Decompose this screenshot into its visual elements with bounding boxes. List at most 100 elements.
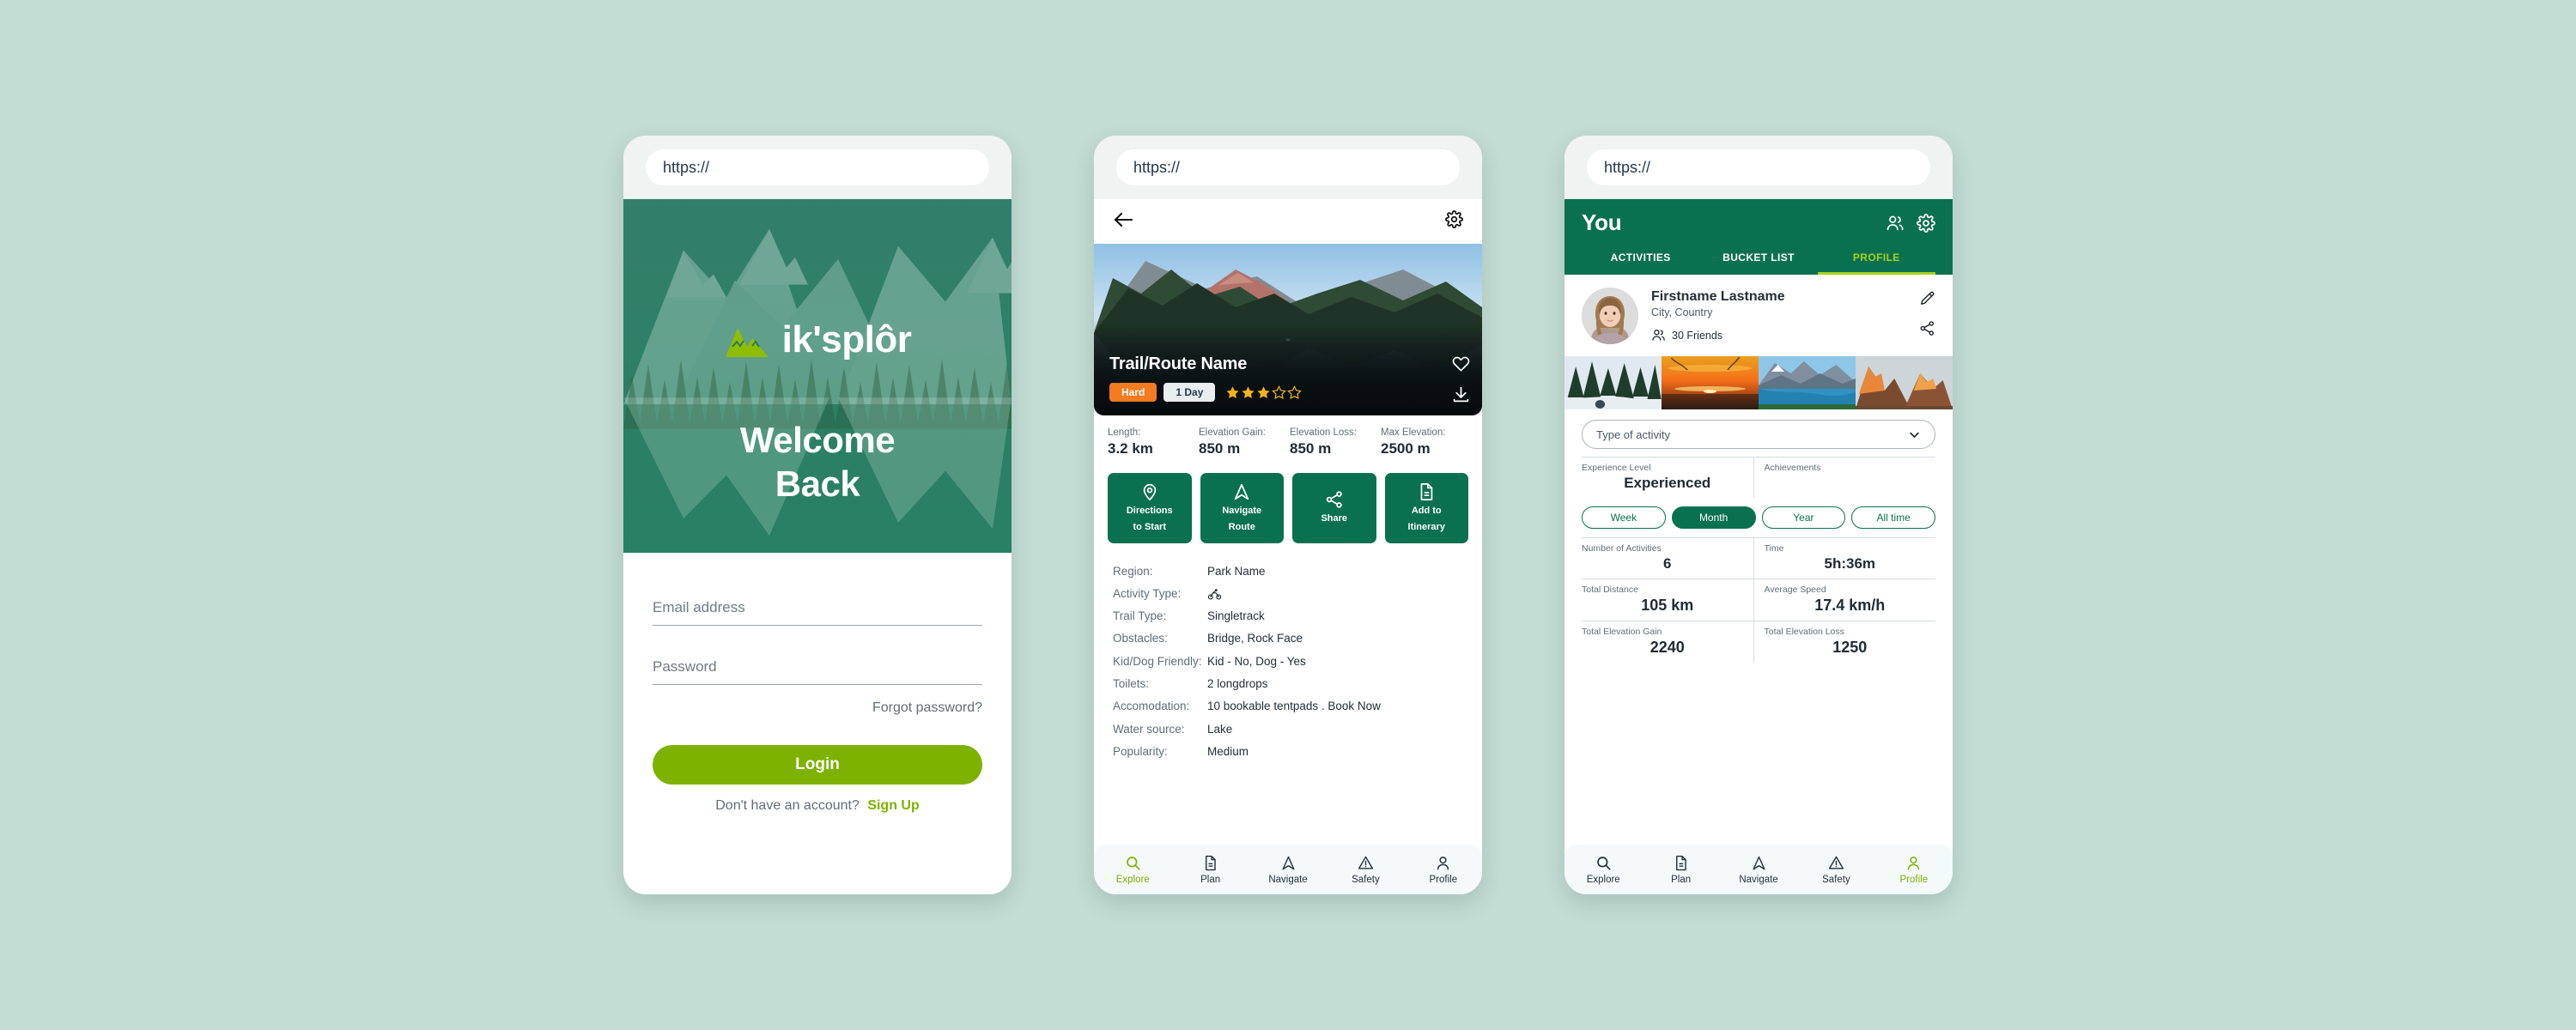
share-button[interactable]: Share <box>1292 473 1376 543</box>
nav-item-navigate[interactable]: Navigate <box>1249 855 1327 885</box>
experience-level-cell: Experience Level Experienced <box>1582 457 1753 498</box>
add-to-itinerary-button[interactable]: Add to Itinerary <box>1384 473 1468 543</box>
user-name: Firstname Lastname <box>1651 289 1785 304</box>
nav-label: Explore <box>1115 874 1150 885</box>
list-item[interactable] <box>1564 356 1662 409</box>
activity-filter-wrap: Type of activity <box>1564 409 1953 449</box>
table-row: Popularity: Medium <box>1113 741 1463 763</box>
stat-label: Elevation Loss: <box>1290 427 1357 438</box>
stat-label: Total Elevation Loss <box>1764 627 1844 637</box>
stat-value: 850 m <box>1199 440 1241 457</box>
period-month-button[interactable]: Month <box>1671 506 1756 529</box>
orange-sunset-photo <box>1662 356 1759 409</box>
nav-label: Navigate <box>1739 874 1778 885</box>
table-row: Experience Level Experienced Achievement… <box>1582 457 1935 498</box>
nav-label: Profile <box>1899 874 1929 885</box>
signup-link[interactable]: Sign Up <box>867 798 919 813</box>
welcome-line-2: Back <box>775 464 860 505</box>
url-input[interactable]: https:// <box>646 149 989 185</box>
stat-label: Number of Activities <box>1582 543 1662 554</box>
password-field[interactable]: Password <box>653 658 982 685</box>
person-icon <box>1435 855 1451 871</box>
stat-label: Average Speed <box>1764 585 1826 595</box>
activity-type-select[interactable]: Type of activity <box>1582 420 1935 449</box>
table-row: Obstacles: Bridge, Rock Face <box>1113 627 1463 650</box>
list-item[interactable] <box>1662 356 1759 409</box>
achievements-cell: Achievements <box>1753 457 1936 498</box>
nav-item-plan[interactable]: Plan <box>1171 855 1249 885</box>
button-label-line2: Itinerary <box>1407 521 1445 532</box>
nav-item-safety[interactable]: Safety <box>1797 855 1874 885</box>
profile-side-actions <box>1919 288 1935 336</box>
login-button[interactable]: Login <box>653 745 982 785</box>
tab-profile[interactable]: PROFILE <box>1817 251 1935 275</box>
detail-label: Kid/Dog Friendly: <box>1113 654 1202 668</box>
image-action-buttons <box>1452 354 1470 403</box>
list-item[interactable] <box>1856 356 1953 409</box>
button-label-line2: to Start <box>1133 521 1167 532</box>
profile-tabs: ACTIVITIES BUCKET LIST PROFILE <box>1582 251 1935 275</box>
rating-stars <box>1225 385 1303 400</box>
detail-label: Water source: <box>1113 722 1185 736</box>
warning-triangle-icon <box>1828 855 1844 871</box>
button-label-line1: Directions <box>1126 506 1173 516</box>
nav-item-profile[interactable]: Profile <box>1405 855 1482 885</box>
gear-icon[interactable] <box>1917 213 1935 233</box>
nav-item-explore[interactable]: Explore <box>1564 855 1642 885</box>
table-row: Accomodation: 10 bookable tentpads . Boo… <box>1113 695 1463 718</box>
document-icon <box>1417 482 1436 501</box>
stat-value: 105 km <box>1641 597 1694 614</box>
forgot-password-link[interactable]: Forgot password? <box>653 700 982 716</box>
arrow-left-icon[interactable] <box>1113 211 1133 233</box>
directions-to-start-button[interactable]: Directions to Start <box>1108 473 1192 543</box>
stat-value: 850 m <box>1290 440 1332 457</box>
detail-label: Toilets: <box>1113 677 1150 691</box>
people-icon[interactable] <box>1886 214 1905 233</box>
period-all-time-button[interactable]: All time <box>1851 506 1935 529</box>
nav-item-navigate[interactable]: Navigate <box>1720 855 1797 885</box>
url-input[interactable]: https:// <box>1587 149 1930 185</box>
people-icon <box>1651 328 1666 342</box>
nav-item-safety[interactable]: Safety <box>1327 855 1404 885</box>
phone-profile-screen: https:// You ACTIVITIES BUCKET LIST PROF… <box>1564 136 1953 894</box>
tab-activities[interactable]: ACTIVITIES <box>1582 251 1699 275</box>
table-row: Trail Type: Singletrack <box>1113 605 1463 627</box>
nav-item-plan[interactable]: Plan <box>1642 855 1719 885</box>
golden-peaks-photo <box>1856 356 1953 409</box>
avatar <box>1582 288 1638 344</box>
nav-label: Plan <box>1200 874 1221 885</box>
nav-label: Plan <box>1671 874 1692 885</box>
period-year-button[interactable]: Year <box>1761 506 1846 529</box>
detail-value: Lake <box>1207 722 1233 736</box>
nav-item-explore[interactable]: Explore <box>1094 855 1171 885</box>
download-icon[interactable] <box>1452 385 1470 403</box>
browser-chrome: https:// <box>1094 136 1482 199</box>
nav-item-profile[interactable]: Profile <box>1875 855 1953 885</box>
list-item[interactable] <box>1759 356 1856 409</box>
detail-value[interactable]: 10 bookable tentpads . Book Now <box>1207 695 1381 718</box>
snowy-forest-photo <box>1564 356 1662 409</box>
heart-icon[interactable] <box>1452 354 1470 372</box>
gear-icon[interactable] <box>1445 210 1463 233</box>
navigate-route-button[interactable]: Navigate Route <box>1200 473 1284 543</box>
url-input[interactable]: https:// <box>1116 149 1460 185</box>
tab-bucket-list[interactable]: BUCKET LIST <box>1699 251 1817 275</box>
trail-title: Trail/Route Name <box>1109 354 1248 373</box>
bottom-navigation: Explore Plan Navigate Safety Profile <box>1094 845 1482 894</box>
email-field[interactable]: Email address <box>653 599 982 626</box>
detail-label: Region: <box>1113 564 1153 578</box>
stat-cell: Average Speed 17.4 km/h <box>1753 579 1936 621</box>
pencil-icon[interactable] <box>1919 290 1935 306</box>
phone-login-screen: https:// ik'splôr Welcome Back Email add… <box>623 136 1012 894</box>
profile-header-icons <box>1886 213 1935 233</box>
user-avatar-photo <box>1582 288 1638 344</box>
share-icon[interactable] <box>1919 320 1935 336</box>
profile-screen-body: You ACTIVITIES BUCKET LIST PROFILE First… <box>1564 199 1953 894</box>
detail-value: Kid - No, Dog - Yes <box>1207 654 1306 668</box>
nav-label: Explore <box>1586 874 1620 885</box>
cell-label: Achievements <box>1764 463 1821 473</box>
period-week-button[interactable]: Week <box>1582 506 1666 529</box>
trail-topbar <box>1094 199 1482 244</box>
stat-cell: Elevation Loss: 850 m <box>1290 427 1377 457</box>
friends-count[interactable]: 30 Friends <box>1651 328 1906 342</box>
